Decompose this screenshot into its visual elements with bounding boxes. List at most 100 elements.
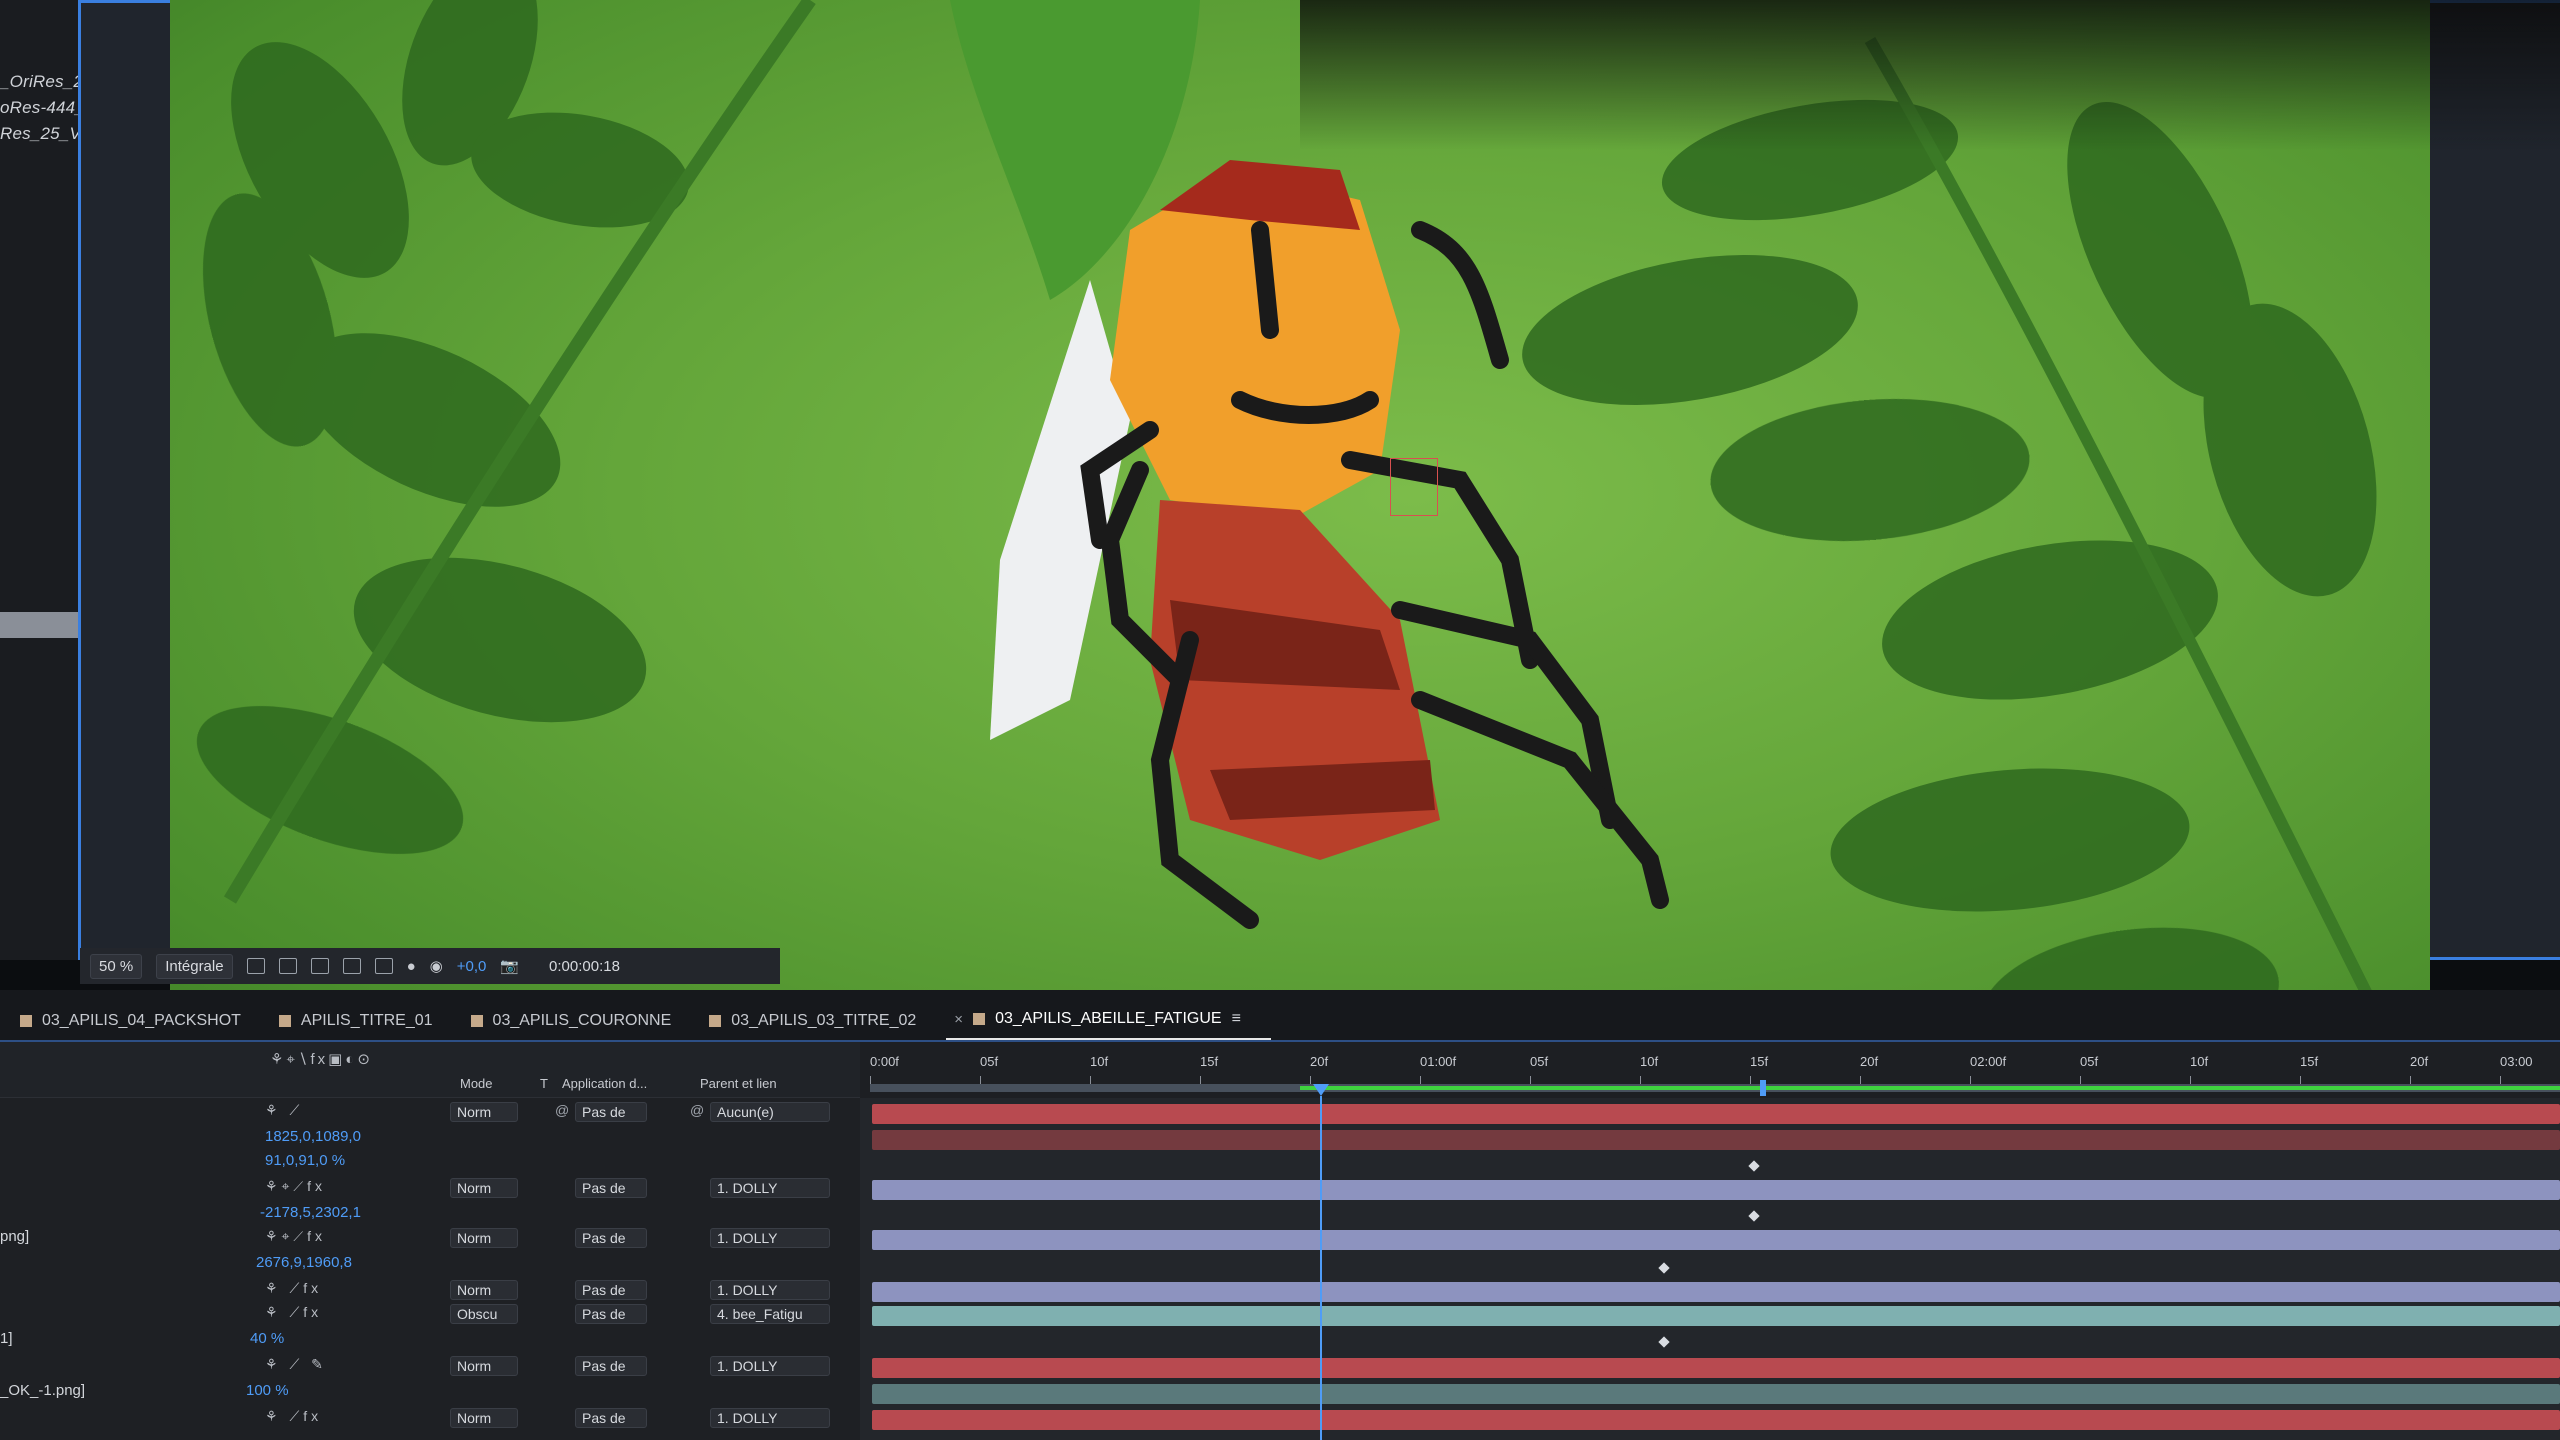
exposure-reset-icon[interactable]: ◉	[430, 957, 443, 975]
tab-couronne[interactable]: 03_APILIS_COURONNE	[463, 1004, 702, 1040]
parent-dropdown[interactable]: 1. DOLLY	[710, 1356, 830, 1376]
resolution-dropdown[interactable]: Intégrale	[156, 953, 233, 979]
work-area-end-handle[interactable]	[1760, 1080, 1766, 1096]
keyframe-icon[interactable]	[1748, 1210, 1760, 1222]
property-row[interactable]: -2178,5,2302,1	[0, 1204, 860, 1230]
ruler-label: 05f	[2080, 1054, 2099, 1090]
time-ruler[interactable]: 0:00f 05f 10f 15f 20f 01:00f 05f 10f 15f…	[860, 1042, 2560, 1098]
blend-dropdown[interactable]: Pas de	[575, 1102, 647, 1122]
keyframe-icon[interactable]	[1658, 1336, 1670, 1348]
ruler-label: 15f	[1750, 1054, 1769, 1090]
close-icon[interactable]: ×	[954, 1011, 963, 1028]
timeline-panel: ⚘⌖∖fx▣◐⊙ Mode T Application d... Parent …	[0, 1042, 2560, 1440]
pickwhip-icon[interactable]: @	[690, 1102, 704, 1118]
blend-dropdown[interactable]: Pas de	[575, 1408, 647, 1428]
layer-duration-bar[interactable]	[872, 1104, 2560, 1124]
keyframe-icon[interactable]	[1748, 1160, 1760, 1172]
tab-abeille-fatigue[interactable]: × 03_APILIS_ABEILLE_FATIGUE ≡	[946, 1002, 1271, 1040]
composition-viewer[interactable]	[170, 0, 2430, 1100]
mode-dropdown[interactable]: Norm	[450, 1408, 518, 1428]
mode-dropdown[interactable]: Obscu	[450, 1304, 518, 1324]
parent-dropdown[interactable]: 1. DOLLY	[710, 1280, 830, 1300]
selected-project-row[interactable]	[0, 612, 82, 638]
mode-dropdown[interactable]: Norm	[450, 1228, 518, 1248]
layer-duration-bar[interactable]	[872, 1180, 2560, 1200]
zoom-dropdown[interactable]: 50 %	[90, 953, 143, 979]
viewer-toolbar: 50 % Intégrale ● ◉ +0,0 📷 0:00:00:18	[80, 948, 780, 984]
blend-dropdown[interactable]: Pas de	[575, 1228, 647, 1248]
property-row[interactable]: 1825,0,1089,0	[0, 1128, 860, 1154]
tab-titre-01[interactable]: APILIS_TITRE_01	[271, 1004, 463, 1040]
layer-duration-bar[interactable]	[872, 1384, 2560, 1404]
layer-duration-bar[interactable]	[872, 1410, 2560, 1430]
grid-icon[interactable]	[374, 958, 393, 974]
blend-dropdown[interactable]: Pas de	[575, 1280, 647, 1300]
transparency-grid-icon[interactable]	[278, 958, 297, 974]
layer-list: ⚘⌖∖fx▣◐⊙ Mode T Application d... Parent …	[0, 1042, 860, 1440]
column-mode[interactable]: Mode	[460, 1076, 493, 1091]
guides-icon[interactable]	[342, 958, 361, 974]
mode-dropdown[interactable]: Norm	[450, 1178, 518, 1198]
property-row[interactable]: _OK_-1.png] 100 %	[0, 1382, 860, 1408]
tab-packshot[interactable]: 03_APILIS_04_PACKSHOT	[12, 1004, 271, 1040]
panel-menu-icon[interactable]: ≡	[1232, 1010, 1241, 1028]
layer-duration-bar[interactable]	[872, 1230, 2560, 1250]
mode-dropdown[interactable]: Norm	[450, 1280, 518, 1300]
layer-duration-bar[interactable]	[872, 1282, 2560, 1302]
comp-swatch-icon	[709, 1015, 722, 1027]
property-row[interactable]: 2676,9,1960,8	[0, 1254, 860, 1280]
position-value[interactable]: 1825,0,1089,0	[265, 1128, 361, 1145]
scale-value[interactable]: 91,0,91,0 %	[265, 1152, 345, 1169]
scene-render	[196, 0, 2377, 1073]
blend-dropdown[interactable]: Pas de	[575, 1178, 647, 1198]
opacity-value[interactable]: 100 %	[246, 1382, 289, 1399]
layer-row[interactable]: ⚘ ⟋ Norm @ Pas de @ Aucun(e)	[0, 1102, 860, 1128]
timeline-tracks[interactable]: 0:00f 05f 10f 15f 20f 01:00f 05f 10f 15f…	[860, 1042, 2560, 1440]
layer-row[interactable]: ⚘⌖⟋fx Norm Pas de 1. DOLLY	[0, 1178, 860, 1204]
mask-visibility-icon[interactable]	[310, 958, 329, 974]
mode-dropdown[interactable]: Norm	[450, 1356, 518, 1376]
column-parent[interactable]: Parent et lien	[700, 1076, 777, 1091]
position-value[interactable]: 2676,9,1960,8	[256, 1254, 352, 1271]
layer-name[interactable]: png]	[0, 1228, 29, 1245]
exposure-value[interactable]: +0,0	[457, 958, 487, 975]
column-t[interactable]: T	[540, 1076, 548, 1091]
region-of-interest-icon[interactable]	[246, 958, 265, 974]
layer-duration-bar[interactable]	[872, 1358, 2560, 1378]
pickwhip-icon[interactable]: @	[555, 1102, 569, 1118]
layer-row[interactable]: ⚘ ⟋fx Norm Pas de 1. DOLLY	[0, 1408, 860, 1434]
current-timecode[interactable]: 0:00:00:18	[549, 958, 620, 975]
blend-dropdown[interactable]: Pas de	[575, 1356, 647, 1376]
position-value[interactable]: -2178,5,2302,1	[260, 1204, 361, 1221]
parent-dropdown[interactable]: 1. DOLLY	[710, 1408, 830, 1428]
column-application[interactable]: Application d...	[562, 1076, 647, 1091]
blend-dropdown[interactable]: Pas de	[575, 1304, 647, 1324]
selection-box[interactable]	[1390, 458, 1438, 516]
comp-swatch-icon	[470, 1015, 483, 1027]
parent-dropdown[interactable]: 1. DOLLY	[710, 1228, 830, 1248]
current-time-indicator[interactable]	[1313, 1084, 1329, 1440]
parent-dropdown[interactable]: 1. DOLLY	[710, 1178, 830, 1198]
opacity-value[interactable]: 40 %	[250, 1330, 284, 1347]
tab-titre-02[interactable]: 03_APILIS_03_TITRE_02	[701, 1004, 946, 1040]
mode-dropdown[interactable]: Norm	[450, 1102, 518, 1122]
layer-row[interactable]: ⚘ ⟋fx Norm Pas de 1. DOLLY	[0, 1280, 860, 1306]
ruler-label: 03:00	[2500, 1054, 2533, 1090]
layer-row[interactable]: ⚘ ⟋ ✎ Norm Pas de 1. DOLLY	[0, 1356, 860, 1382]
comp-swatch-icon	[278, 1015, 291, 1027]
color-channels-icon[interactable]: ●	[407, 958, 416, 975]
comp-swatch-icon	[20, 1015, 32, 1027]
layer-duration-bar[interactable]	[872, 1306, 2560, 1326]
property-row[interactable]: 91,0,91,0 %	[0, 1152, 860, 1178]
parent-dropdown[interactable]: Aucun(e)	[710, 1102, 830, 1122]
layer-name[interactable]: _OK_-1.png]	[0, 1382, 85, 1399]
layer-duration-bar[interactable]	[872, 1130, 2560, 1150]
layer-row[interactable]: ⚘ ⟋fx Obscu Pas de 4. bee_Fatigu	[0, 1304, 860, 1330]
layer-row[interactable]: png] ⚘⌖⟋fx Norm Pas de 1. DOLLY	[0, 1228, 860, 1254]
property-row[interactable]: 1] 40 %	[0, 1330, 860, 1356]
layer-name[interactable]: 1]	[0, 1330, 13, 1347]
snapshot-camera-icon[interactable]: 📷	[500, 957, 519, 975]
work-area-bar[interactable]	[870, 1080, 2560, 1096]
keyframe-icon[interactable]	[1658, 1262, 1670, 1274]
parent-dropdown[interactable]: 4. bee_Fatigu	[710, 1304, 830, 1324]
